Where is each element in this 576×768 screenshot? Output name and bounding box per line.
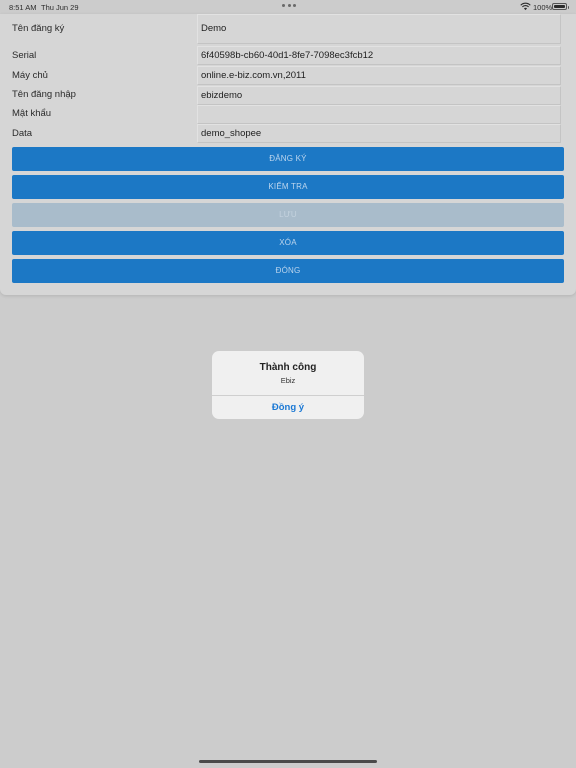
register-button[interactable]: ĐĂNG KÝ	[12, 147, 564, 171]
screen: 8:51 AM Thu Jun 29 100% Tên đăng ký Demo…	[0, 0, 576, 768]
serial-field[interactable]: 6f40598b-cb60-40d1-8fe7-7098ec3fcb12	[197, 46, 561, 65]
multitasking-dots-icon[interactable]	[282, 3, 296, 8]
registration-name-field[interactable]: Demo	[197, 14, 561, 44]
status-date: Thu Jun 29	[41, 3, 79, 12]
serial-label: Serial	[12, 50, 37, 61]
password-field[interactable]	[197, 105, 561, 124]
registration-name-label: Tên đăng ký	[12, 23, 65, 34]
data-field[interactable]: demo_shopee	[197, 124, 561, 143]
data-label: Data	[12, 128, 33, 139]
save-button[interactable]: LƯU	[12, 203, 564, 227]
status-time: 8:51 AM	[9, 3, 37, 12]
registration-form: Tên đăng ký Demo Serial 6f40598b-cb60-40…	[0, 14, 576, 295]
username-label: Tên đăng nhập	[12, 89, 76, 100]
alert-title: Thành công	[259, 362, 317, 373]
wifi-icon	[520, 2, 531, 11]
password-label: Mật khẩu	[12, 108, 52, 119]
battery-percent: 100%	[533, 3, 553, 12]
alert-ok-button[interactable]: Đồng ý	[212, 396, 364, 419]
status-bar: 8:51 AM Thu Jun 29 100%	[0, 0, 576, 14]
delete-button[interactable]: XÓA	[12, 231, 564, 255]
battery-icon	[552, 3, 569, 10]
battery-fill	[554, 5, 565, 8]
server-label: Máy chủ	[12, 70, 48, 81]
close-button[interactable]: ĐÓNG	[12, 259, 564, 283]
server-field[interactable]: online.e-biz.com.vn,2011	[197, 66, 561, 85]
alert-message: Ebiz	[280, 376, 296, 385]
success-alert: Thành công Ebiz Đồng ý	[212, 351, 364, 419]
home-indicator[interactable]	[199, 760, 377, 763]
check-button[interactable]: KIỂM TRA	[12, 175, 564, 199]
username-field[interactable]: ebizdemo	[197, 86, 561, 105]
